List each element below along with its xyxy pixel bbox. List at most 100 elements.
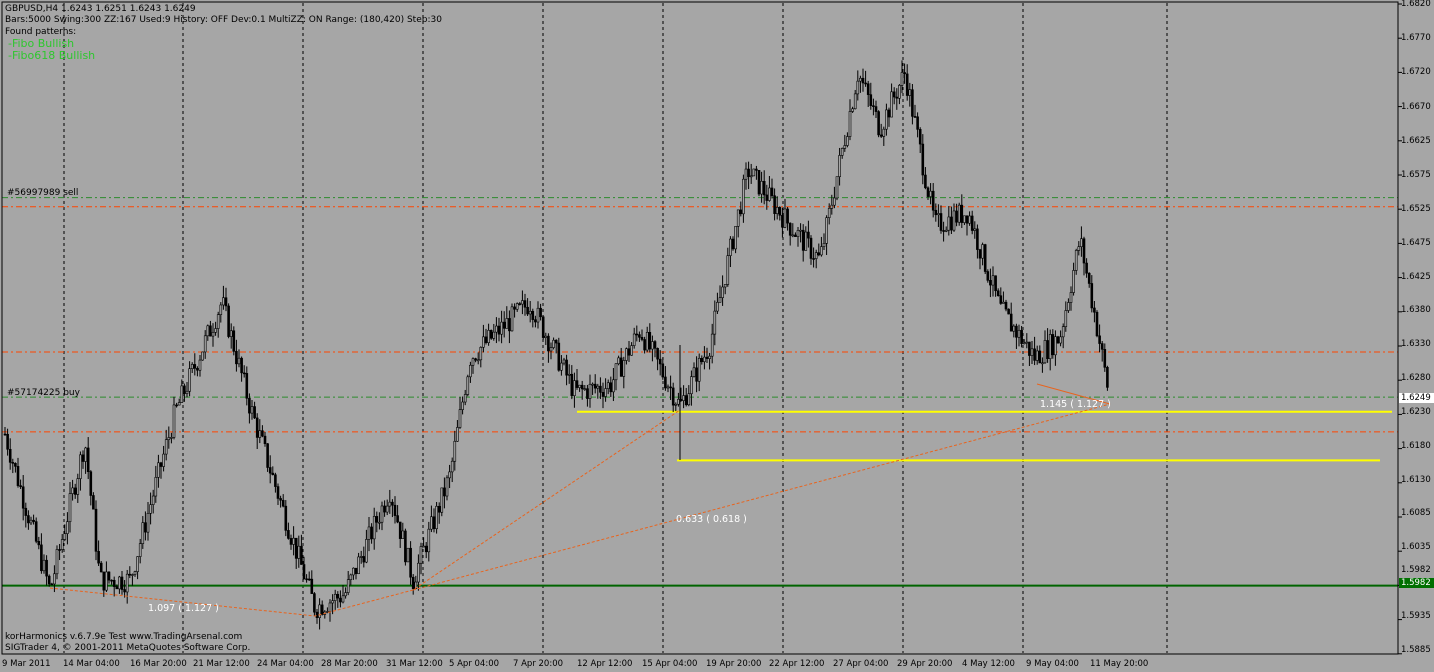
candle-body (963, 215, 966, 223)
candle (219, 302, 223, 323)
candle (960, 194, 964, 229)
buy-order-label[interactable]: #57174225 buy (7, 388, 80, 398)
candle (799, 223, 802, 243)
candle (21, 475, 25, 521)
candle-body (378, 521, 381, 524)
candle (352, 567, 355, 580)
candle-body (430, 516, 433, 530)
candle (968, 211, 971, 226)
candle (848, 99, 852, 141)
candle-body (47, 575, 51, 585)
candle (518, 301, 522, 306)
candle (536, 301, 540, 329)
candle (643, 336, 646, 354)
candle (952, 203, 956, 232)
candle (687, 385, 691, 407)
time-tick: 22 Apr 12:00 (769, 659, 825, 669)
candle-body (695, 367, 698, 382)
candle (651, 335, 654, 362)
candle (276, 483, 280, 505)
candle (365, 529, 368, 564)
candle (1007, 308, 1010, 315)
candle (430, 505, 433, 533)
candle-body (658, 358, 662, 365)
price-chart[interactable] (0, 0, 1434, 672)
candle-body (900, 72, 904, 86)
candle (978, 248, 982, 270)
candle (432, 508, 436, 533)
candle (656, 347, 659, 371)
candle-body (120, 576, 124, 590)
candle-body (406, 547, 410, 563)
candle (856, 70, 860, 101)
candle-body (796, 230, 800, 237)
candle (526, 298, 529, 317)
candle-body (957, 204, 961, 223)
candle (437, 502, 441, 524)
candle-body (809, 237, 813, 259)
candle (996, 288, 1000, 297)
candle-body (398, 521, 402, 539)
pattern-fibo618-bullish: -Fibo618 Bullish (8, 49, 96, 62)
candle-body (1069, 292, 1073, 303)
candle (123, 580, 126, 598)
sell-order-label[interactable]: #56997989 sell (7, 188, 78, 198)
candle-body (671, 387, 675, 406)
price-tick: 1.5885 (1401, 645, 1431, 655)
candle-body (357, 556, 360, 574)
candle (807, 220, 810, 248)
candle (965, 215, 969, 236)
candle-body (1017, 329, 1021, 338)
candle-body (427, 528, 431, 553)
candle-body (861, 77, 865, 84)
candle (320, 600, 324, 616)
candle-body (201, 351, 204, 361)
candle (635, 325, 639, 342)
candle-body (653, 341, 657, 349)
candle-body (372, 516, 376, 540)
candle-body (788, 222, 792, 236)
candle-body (622, 360, 626, 377)
candle-body (245, 373, 249, 399)
candle (814, 249, 818, 269)
price-tick: 1.6085 (1401, 508, 1431, 518)
candle-body (638, 334, 641, 338)
candle (261, 425, 264, 438)
candle (991, 266, 995, 297)
candle-body (640, 337, 644, 340)
candle (110, 579, 113, 585)
candle (573, 372, 576, 408)
candle (229, 323, 233, 349)
candle-body (81, 454, 85, 462)
candle (453, 430, 457, 471)
candle (890, 83, 893, 118)
candle-body (76, 478, 80, 495)
candle (281, 494, 285, 508)
candle-body (136, 556, 139, 572)
candle-body (547, 335, 550, 352)
candle-body (903, 72, 906, 75)
candle-body (736, 209, 740, 227)
candle-body (484, 336, 488, 343)
candle (105, 561, 108, 593)
candle (354, 567, 358, 580)
candle (500, 310, 503, 344)
candle-body (487, 330, 490, 343)
candle-body (898, 85, 901, 99)
candle-body (411, 576, 415, 590)
candle-body (11, 462, 15, 464)
candle-body (209, 325, 212, 337)
candle (661, 357, 665, 380)
candle (736, 209, 740, 238)
candle-body (768, 187, 771, 201)
candle-body (573, 380, 576, 396)
candle-body (599, 385, 602, 393)
candle-body (942, 230, 945, 232)
candle (557, 337, 561, 372)
candle (931, 183, 935, 218)
candle (274, 472, 277, 493)
candle-body (458, 409, 462, 428)
candle (258, 419, 262, 444)
candle-body (1043, 340, 1047, 364)
candle (1035, 345, 1039, 365)
